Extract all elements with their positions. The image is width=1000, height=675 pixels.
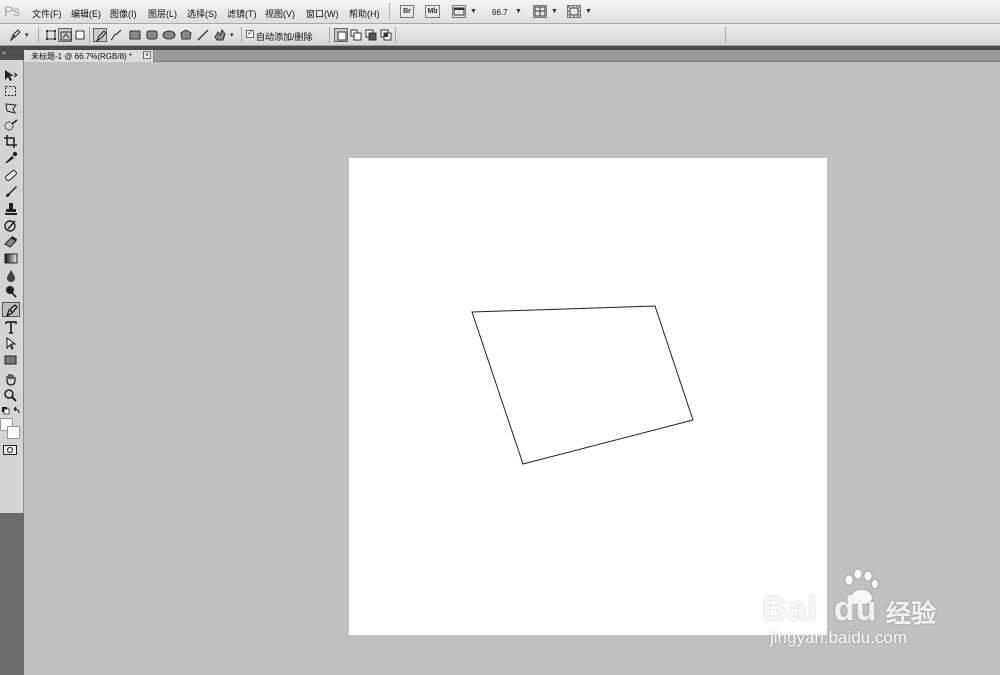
toolbox: » <box>0 50 24 675</box>
custom-shape-icon[interactable] <box>213 28 227 42</box>
eraser-icon[interactable] <box>2 234 20 249</box>
zoom-icon[interactable] <box>2 388 20 403</box>
polygon-shape-icon[interactable] <box>179 28 193 42</box>
mini-bridge-button[interactable]: Mb <box>425 5 440 18</box>
path-subtract-area-icon[interactable] <box>364 28 378 42</box>
menu-image[interactable]: 图像(I) <box>110 7 137 20</box>
clone-stamp-icon[interactable] <box>2 201 20 216</box>
zoom-level[interactable]: 66.7 <box>492 8 508 17</box>
options-separator <box>241 27 242 43</box>
chevron-down-icon[interactable]: ▼ <box>515 8 522 15</box>
move-tool-icon[interactable] <box>2 68 20 83</box>
menu-select[interactable]: 选择(S) <box>187 7 217 20</box>
swap-colors-icon[interactable] <box>1 406 23 418</box>
dodge-icon[interactable] <box>2 284 20 299</box>
auto-add-delete-label: 自动添加/删除 <box>256 32 313 42</box>
pen-icon[interactable] <box>93 28 107 43</box>
blur-icon[interactable] <box>2 268 20 283</box>
view-extras-button[interactable] <box>452 5 466 18</box>
menu-edit[interactable]: 编辑(E) <box>71 7 101 20</box>
baidu-jingyan-watermark: Bai du 经验 jingyan.baidu.com <box>762 568 952 658</box>
quick-selection-icon[interactable] <box>2 118 20 133</box>
chevron-down-icon[interactable]: ▼ <box>585 8 592 15</box>
gradient-icon[interactable] <box>2 251 20 266</box>
line-shape-icon[interactable] <box>196 28 210 42</box>
options-separator <box>395 27 396 43</box>
lasso-icon[interactable] <box>2 101 20 116</box>
document-tab-bar <box>24 50 1000 62</box>
chevron-down-icon[interactable]: ▼ <box>551 8 558 15</box>
paths-mode-icon[interactable] <box>58 28 72 42</box>
pen-tool-icon[interactable] <box>2 302 20 317</box>
menu-window[interactable]: 窗口(W) <box>306 7 339 20</box>
options-separator <box>329 27 330 43</box>
path-selection-icon[interactable] <box>2 336 20 351</box>
chevron-down-icon[interactable]: ▼ <box>470 8 477 15</box>
watermark-brand: Bai du <box>762 590 878 628</box>
chevron-down-icon[interactable]: ▾ <box>25 31 29 39</box>
menu-help[interactable]: 帮助(H) <box>349 7 380 20</box>
toolbox-header[interactable]: » <box>0 50 24 60</box>
bridge-button[interactable]: Br <box>400 5 414 18</box>
options-separator <box>725 27 726 43</box>
eyedropper-icon[interactable] <box>2 150 20 165</box>
document-tab[interactable]: 未标题-1 @ 66.7%(RGB/8) * × <box>24 50 154 62</box>
menu-bar: Ps 文件(F) 编辑(E) 图像(I) 图层(L) 选择(S) 滤镜(T) 视… <box>0 0 1000 24</box>
quick-mask-icon[interactable] <box>3 445 17 455</box>
options-separator <box>38 27 39 43</box>
quadrilateral-path[interactable] <box>349 158 827 635</box>
menu-file[interactable]: 文件(F) <box>32 7 62 20</box>
spot-healing-brush-icon[interactable] <box>2 168 20 183</box>
shape-layers-icon[interactable] <box>44 28 58 42</box>
type-icon[interactable] <box>2 320 20 335</box>
crop-icon[interactable] <box>2 134 20 149</box>
options-separator <box>89 27 90 43</box>
hand-icon[interactable] <box>2 372 20 387</box>
rectangular-marquee-icon[interactable] <box>2 84 20 99</box>
document-canvas[interactable] <box>349 158 827 635</box>
chevron-down-icon[interactable]: ▾ <box>230 31 234 39</box>
fill-pixels-icon[interactable] <box>73 28 87 42</box>
tool-preset-picker[interactable] <box>8 28 22 42</box>
collapse-icon[interactable]: » <box>2 50 6 57</box>
watermark-jingyan-text: 经验 <box>886 599 937 628</box>
path-intersect-area-icon[interactable] <box>379 28 393 42</box>
menubar-separator <box>389 3 390 20</box>
rectangle-icon[interactable] <box>2 353 20 368</box>
menu-layer[interactable]: 图层(L) <box>148 7 177 20</box>
arrange-documents-button[interactable] <box>533 5 547 18</box>
photoshop-logo: Ps <box>4 3 20 19</box>
menu-filter[interactable]: 滤镜(T) <box>227 7 257 20</box>
close-icon[interactable]: × <box>143 51 151 59</box>
path-new-area-icon[interactable] <box>334 28 348 42</box>
rounded-rectangle-shape-icon[interactable] <box>145 28 159 42</box>
background-color-swatch[interactable] <box>7 426 20 439</box>
rectangle-shape-icon[interactable] <box>128 28 142 42</box>
path-add-area-icon[interactable] <box>349 28 363 42</box>
history-brush-icon[interactable] <box>2 218 20 233</box>
freeform-pen-icon[interactable] <box>109 28 123 42</box>
options-bar: ▾ ▾ <box>0 24 1000 46</box>
brush-icon[interactable] <box>2 184 20 199</box>
toolbox-bottom <box>0 513 24 675</box>
auto-add-delete-checkbox[interactable]: ✓ <box>246 30 254 38</box>
screen-mode-button[interactable] <box>567 5 581 18</box>
ellipse-shape-icon[interactable] <box>162 28 176 42</box>
menu-view[interactable]: 视图(V) <box>265 7 295 20</box>
watermark-url: jingyan.baidu.com <box>770 628 908 647</box>
document-tab-title: 未标题-1 @ 66.7%(RGB/8) * <box>31 52 133 61</box>
